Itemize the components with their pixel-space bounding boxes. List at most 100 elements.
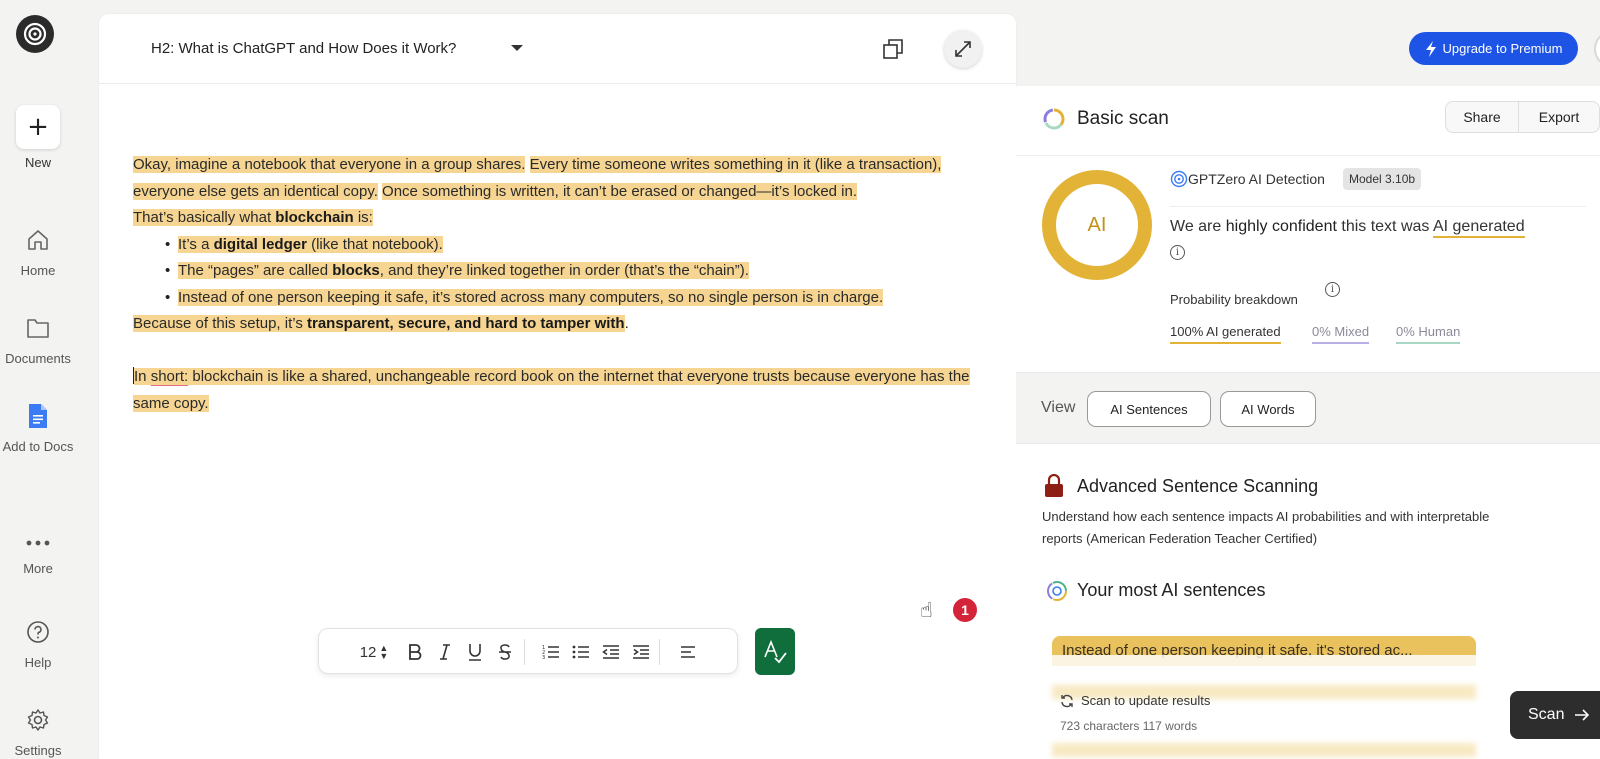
strikethrough-icon xyxy=(499,644,511,660)
scan-panel: Upgrade to Premium Basic scan Share Expo… xyxy=(1016,0,1600,759)
lightning-icon xyxy=(1425,40,1436,57)
bold-button[interactable] xyxy=(405,641,425,663)
align-button[interactable] xyxy=(679,641,699,663)
view-selector: View AI Sentences AI Words xyxy=(1016,372,1600,444)
scan-status-icon xyxy=(1043,108,1065,130)
logo-icon xyxy=(23,22,47,46)
title-dropdown-icon[interactable] xyxy=(511,45,523,51)
font-size-select[interactable]: 12 ▲ ▼ xyxy=(356,641,392,663)
ai-score-label: AI xyxy=(1087,213,1107,236)
strikethrough-button[interactable] xyxy=(495,641,515,663)
bullet-list: It’s a digital ledger (like that noteboo… xyxy=(133,232,983,312)
text-run: this text was xyxy=(1336,218,1433,235)
share-label: Share xyxy=(1463,109,1501,125)
pointing-hand-icon[interactable]: ☝ xyxy=(920,598,933,623)
nav-documents-label: Documents xyxy=(5,351,71,366)
nav-home[interactable]: Home xyxy=(0,227,76,278)
text-run: That’s basically what xyxy=(133,209,276,226)
probability-ai: 100% AI generated xyxy=(1170,324,1281,344)
flagged-word[interactable]: short: xyxy=(151,368,189,385)
ai-words-label: AI Words xyxy=(1241,401,1295,417)
list-item: Instead of one person keeping it safe, i… xyxy=(165,285,983,312)
numbered-list-icon: 123 xyxy=(542,645,559,660)
bullet-list-button[interactable] xyxy=(571,641,591,663)
spellcheck-icon xyxy=(764,639,787,663)
text-run: Because of this setup, it’s xyxy=(133,315,307,332)
italic-icon xyxy=(440,644,450,660)
formatting-toolbar: 12 ▲ ▼ 123 xyxy=(318,628,738,674)
outdent-button[interactable] xyxy=(601,641,621,663)
expand-button[interactable] xyxy=(944,30,982,68)
avatar[interactable] xyxy=(1594,32,1600,66)
editor-header: H2: What is ChatGPT and How Does it Work… xyxy=(99,14,1016,84)
nav-help-label: Help xyxy=(24,655,52,670)
ai-sentences-button[interactable]: AI Sentences xyxy=(1087,391,1211,427)
arrow-right-icon xyxy=(1575,709,1590,721)
numbered-list-button[interactable]: 123 xyxy=(541,641,561,663)
upgrade-button[interactable]: Upgrade to Premium xyxy=(1409,32,1578,65)
outdent-icon xyxy=(602,645,619,659)
scan-title: Basic scan xyxy=(1077,108,1169,129)
share-button[interactable]: Share xyxy=(1445,101,1519,133)
ai-words-button[interactable]: AI Words xyxy=(1220,391,1316,427)
scan-update-label: Scan to update results xyxy=(1081,693,1211,708)
new-label: New xyxy=(24,155,51,170)
toolbar-divider xyxy=(659,639,660,665)
nav-help[interactable]: Help xyxy=(0,619,76,670)
advanced-title: Advanced Sentence Scanning xyxy=(1077,476,1319,496)
help-icon xyxy=(27,621,49,643)
toolbar-divider xyxy=(524,639,525,665)
gptzero-logo[interactable] xyxy=(16,15,54,53)
indent-button[interactable] xyxy=(631,641,651,663)
new-button[interactable]: + xyxy=(16,105,60,149)
text-run: highly confident xyxy=(1225,218,1337,235)
left-nav: + New Home Documents Add to Docs More He… xyxy=(0,0,98,759)
export-button[interactable]: Export xyxy=(1518,101,1600,133)
scan-update-hint[interactable]: Scan to update results xyxy=(1060,693,1210,708)
most-ai-title: Your most AI sentences xyxy=(1077,580,1266,600)
ai-sentences-label: AI Sentences xyxy=(1110,401,1188,417)
advanced-description: Understand how each sentence impacts AI … xyxy=(1042,509,1490,546)
underline-icon xyxy=(469,644,481,661)
text-run: It’s a xyxy=(178,235,214,253)
font-size-value: 12 xyxy=(359,643,377,661)
bold-term: blockchain xyxy=(275,209,354,226)
settings-icon xyxy=(27,709,49,731)
more-icon xyxy=(26,540,50,546)
scan-button[interactable]: Scan xyxy=(1510,691,1600,739)
text-run: Instead of one person keeping it safe, i… xyxy=(178,288,884,306)
paragraph-definition: That’s basically what blockchain is: xyxy=(133,205,983,232)
scan-button-label: Scan xyxy=(1528,706,1565,723)
nav-add-to-docs[interactable]: Add to Docs xyxy=(0,403,76,454)
nav-more[interactable]: More xyxy=(0,530,76,576)
view-label: View xyxy=(1041,399,1076,416)
nav-documents[interactable]: Documents xyxy=(0,315,76,366)
text-counts: 723 characters 117 words xyxy=(1060,719,1198,733)
home-icon xyxy=(28,230,48,250)
info-icon[interactable]: i xyxy=(1170,245,1185,260)
bold-term: digital ledger xyxy=(213,235,307,253)
underline-button[interactable] xyxy=(465,641,485,663)
bold-term: blocks xyxy=(332,262,380,279)
nav-add-to-docs-label: Add to Docs xyxy=(2,439,74,454)
export-label: Export xyxy=(1538,109,1580,125)
folder-icon xyxy=(27,319,49,338)
expand-icon xyxy=(955,41,971,57)
lock-icon xyxy=(1045,474,1063,497)
copy-button[interactable] xyxy=(874,30,912,68)
text-run: In xyxy=(134,368,151,385)
svg-text:3: 3 xyxy=(542,655,545,660)
document-body[interactable]: Okay, imagine a notebook that everyone i… xyxy=(133,152,983,417)
nav-settings[interactable]: Settings xyxy=(0,707,76,758)
text-run: blockchain is like a shared, unchangeabl… xyxy=(133,368,970,412)
grammar-check-button[interactable] xyxy=(755,628,795,675)
sentences-icon xyxy=(1047,581,1067,601)
italic-button[interactable] xyxy=(435,641,455,663)
document-title[interactable]: H2: What is ChatGPT and How Does it Work… xyxy=(151,40,456,57)
ai-score-ring: AI xyxy=(1042,170,1152,280)
bullet-list-icon xyxy=(572,645,589,659)
info-icon[interactable]: i xyxy=(1325,282,1340,297)
notification-badge[interactable]: 1 xyxy=(951,596,979,624)
probability-human: 0% Human xyxy=(1396,324,1461,344)
nav-more-label: More xyxy=(23,561,53,576)
